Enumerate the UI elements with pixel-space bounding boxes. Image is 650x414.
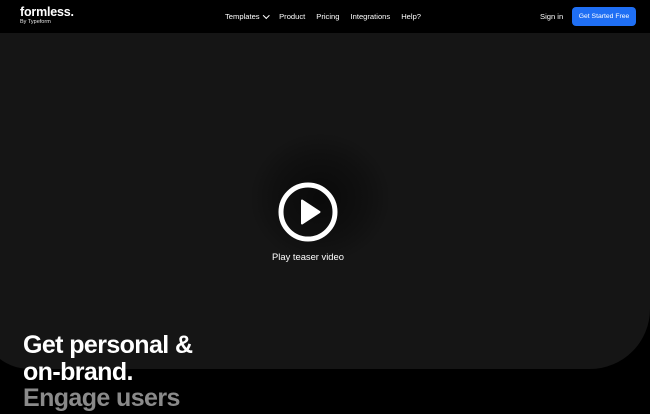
play-teaser-label[interactable]: Play teaser video: [248, 251, 368, 262]
top-nav: formless. By Typeform Templates Product …: [0, 0, 650, 33]
hero-line-3: Engage users: [23, 384, 180, 412]
nav-pricing[interactable]: Pricing: [316, 12, 339, 21]
hero-line-2: on-brand.: [23, 357, 133, 386]
main-nav: Templates Product Pricing Integrations H…: [225, 0, 421, 33]
hero-heading: Get personal & on-brand. Engage users: [23, 331, 193, 412]
get-started-button[interactable]: Get Started Free: [572, 7, 636, 26]
nav-templates-label: Templates: [225, 12, 260, 21]
play-icon[interactable]: [277, 181, 339, 243]
nav-product-label: Product: [279, 12, 306, 21]
nav-integrations[interactable]: Integrations: [351, 12, 391, 21]
nav-help[interactable]: Help?: [401, 12, 421, 21]
nav-pricing-label: Pricing: [316, 12, 340, 21]
nav-product[interactable]: Product: [279, 12, 305, 21]
nav-templates[interactable]: Templates: [225, 11, 270, 21]
teaser-video-panel[interactable]: Play teaser video: [0, 33, 650, 369]
logo[interactable]: formless. By Typeform: [20, 6, 74, 26]
nav-help-label: Help?: [401, 12, 422, 21]
logo-byline: By Typeform: [20, 19, 51, 25]
chevron-down-icon: [262, 11, 270, 19]
hero-line-1: Get personal &: [23, 331, 193, 359]
sign-in-link[interactable]: Sign in: [540, 0, 563, 33]
nav-integrations-label: Integrations: [350, 12, 391, 21]
page: formless. By Typeform Templates Product …: [0, 0, 650, 414]
logo-wordmark: formless.: [20, 5, 74, 19]
